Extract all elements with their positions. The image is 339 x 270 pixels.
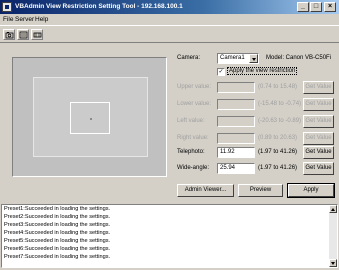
scroll-down-icon[interactable] <box>329 259 337 267</box>
title-bar[interactable]: VBAdmin View Restriction Setting Tool - … <box>0 0 339 14</box>
wide-angle-range: (1.97 to 41.26) <box>258 165 298 171</box>
lower-value-range: (-15.48 to -0.74) <box>258 101 302 107</box>
upper-get-value-button[interactable]: Get Value <box>303 81 334 94</box>
toolbar <box>0 25 339 43</box>
camera-label: Camera: <box>177 55 201 61</box>
menu-help[interactable]: Help <box>35 16 48 23</box>
toolbar-settings-button[interactable] <box>31 29 43 40</box>
wide-angle-label: Wide-angle: <box>177 165 210 171</box>
camera-select[interactable]: Camera1 <box>217 53 259 64</box>
close-button[interactable]: × <box>324 2 336 12</box>
model-label: Model: Canon VB-C50Fi <box>266 55 332 61</box>
view-icon <box>19 31 28 39</box>
apply-button[interactable]: Apply <box>287 183 335 198</box>
scroll-up-icon[interactable] <box>329 205 337 213</box>
wide-angle-value: 25.94 <box>220 165 236 171</box>
wide-angle-get-value-button[interactable]: Get Value <box>303 162 334 175</box>
chevron-down-icon[interactable] <box>249 54 258 63</box>
lower-get-value-button[interactable]: Get Value <box>303 98 334 111</box>
telephoto-get-value-button[interactable]: Get Value <box>303 146 334 159</box>
upper-value-label: Upper value: <box>177 84 212 90</box>
app-window: VBAdmin View Restriction Setting Tool - … <box>0 0 339 270</box>
wide-angle-field[interactable]: 25.94 <box>217 163 255 174</box>
upper-value-range: (0.74 to 15.48) <box>258 84 298 90</box>
admin-viewer-button[interactable]: Admin Viewer... <box>177 184 234 197</box>
log-line: Preset3:Succeeded in loading the setting… <box>4 222 111 228</box>
upper-value-field[interactable] <box>217 82 255 93</box>
menu-bar: File Server Help <box>0 14 339 25</box>
telephoto-field[interactable]: 11.92 <box>217 147 255 158</box>
log-line: Preset2:Succeeded in loading the setting… <box>4 214 111 220</box>
lower-value-label: Lower value: <box>177 101 212 107</box>
maximize-button[interactable]: □ <box>310 2 322 12</box>
log-line: Preset7:Succeeded in loading the setting… <box>4 254 111 260</box>
toolbar-view-button[interactable] <box>17 29 29 40</box>
right-get-value-button[interactable]: Get Value <box>303 132 334 145</box>
settings-icon <box>33 32 42 38</box>
apply-restriction-checkbox[interactable]: ✓ <box>217 68 225 76</box>
minimize-button[interactable]: _ <box>297 2 309 12</box>
left-value-field[interactable] <box>217 116 255 127</box>
log-line: Preset6:Succeeded in loading the setting… <box>4 246 111 252</box>
toolbar-camera-button[interactable] <box>3 29 15 40</box>
telephoto-range: (1.97 to 41.26) <box>258 149 298 155</box>
left-value-label: Left value: <box>177 118 205 124</box>
left-get-value-button[interactable]: Get Value <box>303 115 334 128</box>
apply-restriction-label[interactable]: Apply the view restriction <box>227 67 298 75</box>
window-title: VBAdmin View Restriction Setting Tool - … <box>15 3 183 10</box>
log-scrollbar[interactable] <box>329 205 337 267</box>
log-line: Preset4:Succeeded in loading the setting… <box>4 230 111 236</box>
preview-button[interactable]: Preview <box>238 184 283 197</box>
view-restriction-preview[interactable] <box>12 57 167 177</box>
menu-file[interactable]: File <box>3 16 13 23</box>
log-panel[interactable]: Preset1:Succeeded in loading the setting… <box>1 204 338 268</box>
right-value-field[interactable] <box>217 133 255 144</box>
right-value-range: (0.89 to 20.63) <box>258 135 298 141</box>
camera-icon <box>5 32 14 39</box>
menu-server[interactable]: Server <box>15 16 34 23</box>
telephoto-value: 11.92 <box>220 149 235 155</box>
telephoto-label: Telephoto: <box>177 149 205 155</box>
left-value-range: (-20.63 to -0.89) <box>258 118 302 124</box>
restriction-area <box>33 77 148 157</box>
lower-value-field[interactable] <box>217 99 255 110</box>
view-center-marker <box>90 118 92 120</box>
camera-select-value: Camera1 <box>220 55 245 61</box>
log-line: Preset5:Succeeded in loading the setting… <box>4 238 111 244</box>
right-value-label: Right value: <box>177 135 209 141</box>
current-view-frame[interactable] <box>70 102 110 134</box>
log-line: Preset1:Succeeded in loading the setting… <box>4 206 111 212</box>
app-icon <box>2 2 12 12</box>
